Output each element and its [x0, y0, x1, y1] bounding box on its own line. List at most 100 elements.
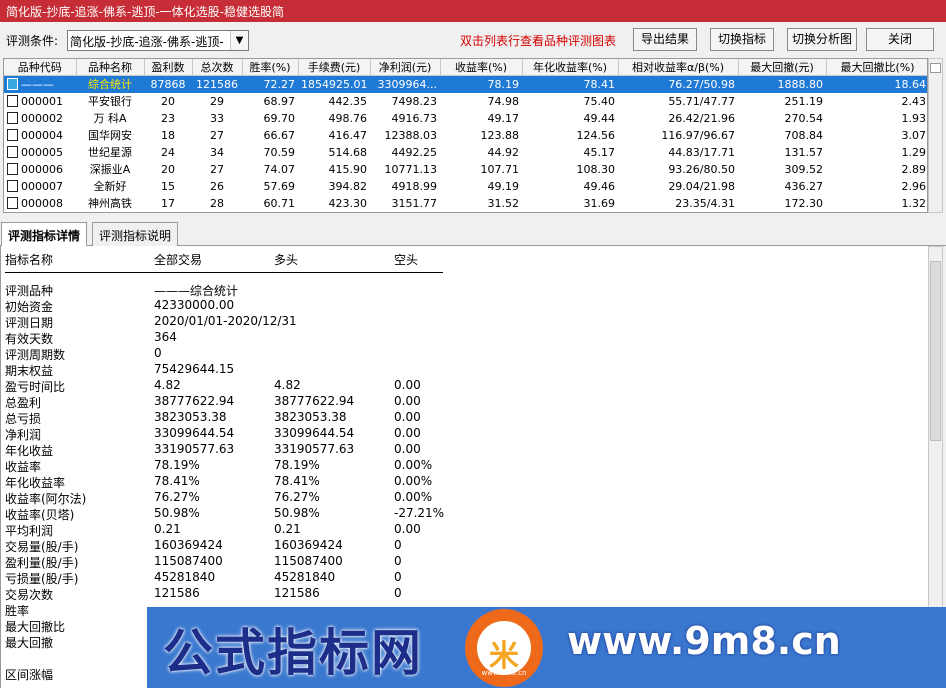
row-checkbox[interactable] — [7, 179, 18, 192]
row-checkbox[interactable] — [7, 145, 18, 158]
column-header[interactable]: 胜率(%) — [242, 59, 299, 76]
table-cell: 270.54 — [784, 111, 824, 125]
row-checkbox[interactable] — [7, 111, 18, 124]
column-header[interactable]: 最大回撤(元) — [738, 59, 827, 76]
table-cell: 498.76 — [328, 111, 368, 125]
table-cell: 415.90 — [328, 162, 368, 176]
metric-value: 2020/01/01-2020/12/31 — [154, 314, 297, 328]
metric-value: 0.00 — [394, 394, 421, 408]
detail-row: 收益率(阿尔法) 76.27% 76.27% 0.00% — [1, 490, 928, 506]
table-cell: 116.97/96.67 — [661, 128, 735, 142]
metric-value: 33099644.54 — [154, 426, 235, 440]
metric-name: 收益率 — [5, 460, 42, 474]
scroll-up-icon[interactable] — [930, 63, 941, 73]
table-cell: 1.29 — [901, 145, 927, 159]
table-cell: 442.35 — [328, 94, 368, 108]
tab-description[interactable]: 评测指标说明 — [92, 222, 179, 246]
table-cell: 23 — [161, 111, 175, 125]
metric-value: 76.27% — [154, 490, 200, 504]
column-header[interactable]: 盈利数 — [144, 59, 193, 76]
table-cell: 69.70 — [263, 111, 296, 125]
metric-value: 0 — [394, 586, 402, 600]
table-cell: 7498.23 — [391, 94, 438, 108]
table-cell: 4916.73 — [391, 111, 438, 125]
table-cell: 172.30 — [784, 196, 824, 210]
detail-row: 亏损量(股/手) 45281840 45281840 0 — [1, 570, 928, 586]
row-checkbox[interactable] — [7, 128, 18, 141]
metric-value: 38777622.94 — [274, 394, 355, 408]
metric-value: 4.82 — [154, 378, 181, 392]
table-cell: 33 — [210, 111, 224, 125]
metric-name: 最大回撤比 — [5, 620, 66, 634]
cell-code: ——— — [4, 75, 76, 93]
table-cell: 251.19 — [784, 94, 824, 108]
table-cell: 44.92 — [487, 145, 520, 159]
row-checkbox[interactable] — [7, 94, 18, 107]
table-row[interactable]: 000001 平安银行 20 29 68.97 442.35 7498.23 74.98 75.… — [4, 93, 927, 110]
window-title: 简化版-抄底-追涨-佛系-逃顶-一体化选股-稳健选股简 — [0, 0, 946, 22]
column-header[interactable]: 最大回撤比(%) — [826, 59, 927, 76]
table-row[interactable]: 000006 深振业A 20 27 74.07 415.90 10771.13 107.71 1… — [4, 161, 927, 178]
row-checkbox[interactable] — [7, 162, 18, 175]
scroll-thumb[interactable] — [930, 261, 941, 441]
metric-value: 0.21 — [154, 522, 181, 536]
metric-value: 45281840 — [274, 570, 336, 584]
column-header[interactable]: 相对收益率α/β(%) — [618, 59, 739, 76]
table-cell: 416.47 — [328, 128, 368, 142]
table-row[interactable]: ——— 综合统计 87868 121586 72.27 1854925.01 3309964… — [4, 75, 927, 93]
table-cell: 70.59 — [263, 145, 296, 159]
metric-value: 78.19% — [274, 458, 320, 472]
table-scrollbar[interactable] — [928, 58, 943, 213]
table-cell: 20 — [161, 162, 175, 176]
metric-value: 0.21 — [274, 522, 301, 536]
scroll-up-icon[interactable] — [930, 249, 941, 259]
metric-name: 区间涨幅 — [5, 668, 54, 682]
column-header[interactable]: 总次数 — [192, 59, 243, 76]
condition-select-value: 简化版-抄底-追涨-佛系-逃顶- — [70, 35, 224, 49]
table-cell: 12388.03 — [384, 128, 438, 142]
switch-chart-button[interactable]: 切换分析图 — [787, 28, 857, 51]
table-cell: 131.57 — [784, 145, 824, 159]
cell-code-text: ——— — [21, 77, 54, 91]
table-row[interactable]: 000004 国华网安 18 27 66.67 416.47 12388.03 123.88 1… — [4, 127, 927, 144]
switch-indicator-button[interactable]: 切换指标 — [710, 28, 774, 51]
cell-code: 000006 — [4, 161, 76, 178]
table-cell: 394.82 — [328, 179, 368, 193]
tab-detail[interactable]: 评测指标详情 — [1, 222, 88, 247]
metric-value: 50.98% — [154, 506, 200, 520]
detail-row: 评测日期 2020/01/01-2020/12/31 — [1, 314, 928, 330]
column-header[interactable]: 收益率(%) — [440, 59, 523, 76]
metric-value: 4.82 — [274, 378, 301, 392]
table-row[interactable]: 000008 神州高铁 17 28 60.71 423.30 3151.77 31.52 31.… — [4, 195, 927, 212]
table-cell: 18 — [161, 128, 175, 142]
metric-name: 评测品种 — [5, 284, 54, 298]
row-checkbox[interactable] — [7, 77, 18, 90]
table-cell: 75.40 — [583, 94, 616, 108]
metric-value: 115087400 — [154, 554, 223, 568]
column-header[interactable]: 手续费(元) — [298, 59, 371, 76]
metric-name: 有效天数 — [5, 332, 54, 346]
chevron-down-icon[interactable]: ▼ — [230, 31, 248, 50]
table-cell: 57.69 — [263, 179, 296, 193]
column-header[interactable]: 年化收益率(%) — [522, 59, 619, 76]
detail-header-divider — [5, 272, 443, 273]
table-cell: 708.84 — [784, 128, 824, 142]
row-checkbox[interactable] — [7, 196, 18, 209]
detail-col-name: 指标名称 — [5, 253, 54, 267]
metric-value: 0 — [394, 570, 402, 584]
column-header[interactable]: 品种代码 — [4, 59, 77, 76]
column-header[interactable]: 净利润(元) — [370, 59, 441, 76]
table-cell: 综合统计 — [76, 75, 144, 93]
table-row[interactable]: 000002 万 科A 23 33 69.70 498.76 4916.73 49.17 49.… — [4, 110, 927, 127]
export-button[interactable]: 导出结果 — [633, 28, 697, 51]
condition-select[interactable]: 简化版-抄底-追涨-佛系-逃顶- ▼ — [67, 30, 249, 51]
table-cell: 2.43 — [901, 94, 927, 108]
cell-code-text: 000001 — [21, 94, 63, 108]
metric-name: 平均利润 — [5, 524, 54, 538]
table-row[interactable]: 000007 全新好 15 26 57.69 394.82 4918.99 49.19 49.4… — [4, 178, 927, 195]
metric-value: ———综合统计 — [154, 284, 239, 298]
table-cell: 44.83/17.71 — [668, 145, 735, 159]
close-button[interactable]: 关闭 — [866, 28, 934, 51]
column-header[interactable]: 品种名称 — [76, 59, 145, 76]
table-row[interactable]: 000005 世纪星源 24 34 70.59 514.68 4492.25 44.92 45.… — [4, 144, 927, 161]
